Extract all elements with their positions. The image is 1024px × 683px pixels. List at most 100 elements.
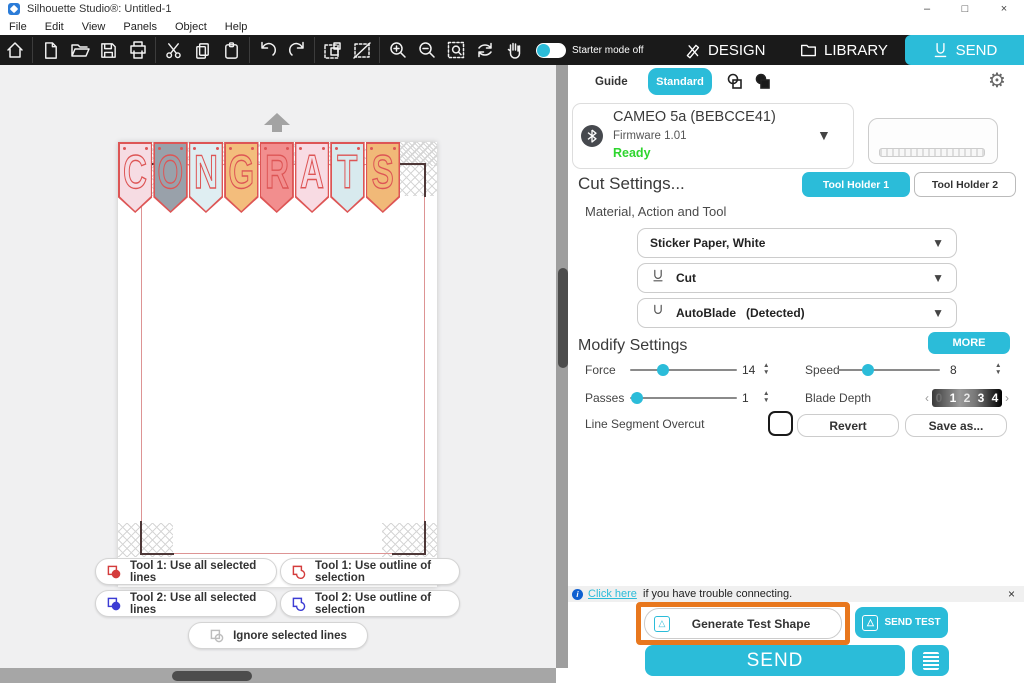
tool-icon [650,303,666,324]
caret-down-icon: ▼ [932,236,944,250]
dial-left-icon[interactable]: ‹ [925,389,929,407]
maximize-button[interactable]: □ [958,2,972,16]
speed-slider-handle[interactable] [862,364,874,376]
toolbar-separator [249,37,250,63]
cut-area-border [141,164,425,554]
action-dropdown[interactable]: Cut ▼ [637,263,957,293]
more-button[interactable]: MORE [928,332,1010,354]
blade-depth-label: Blade Depth [805,391,872,405]
caret-down-icon: ▼ [932,271,944,285]
menu-help[interactable]: Help [216,21,257,33]
zoom-selection-icon[interactable] [441,35,470,65]
overcut-checkbox[interactable] [768,411,793,436]
horizontal-scrollbar-thumb[interactable] [172,671,252,681]
zoom-out-icon[interactable] [412,35,441,65]
material-section-label: Material, Action and Tool [585,204,727,219]
tab-library[interactable]: LIBRARY [800,35,888,65]
print-icon[interactable] [123,35,152,65]
tab-design[interactable]: DESIGN [684,35,766,65]
dial-right-icon[interactable]: › [1005,389,1009,407]
send-test-button[interactable]: △ SEND TEST [855,607,948,638]
tab-guide[interactable]: Guide [595,76,628,88]
overlap-filled-icon[interactable] [753,72,773,92]
passes-label: Passes [585,391,625,405]
material-dropdown[interactable]: Sticker Paper, White ▼ [637,228,957,258]
tool-holder-2-tab[interactable]: Tool Holder 2 [914,172,1016,197]
banner-letter: G [228,144,255,198]
send-button[interactable]: SEND [645,645,905,676]
send-panel: Guide Standard ⚙ CAMEO 5a (BEBCCE41) Fir… [568,65,1024,683]
settings-gear-icon[interactable]: ⚙ [988,68,1006,93]
redo-icon[interactable] [282,35,311,65]
overlap-shapes-icon [107,597,121,610]
new-document-icon[interactable] [36,35,65,65]
open-file-icon[interactable] [65,35,94,65]
save-as-button[interactable]: Save as... [905,414,1007,437]
banner-letter: O [157,144,184,198]
menu-bar: File Edit View Panels Object Help [0,18,1024,35]
banner-letter: R [264,144,289,198]
tab-send-active[interactable]: SEND [905,35,1024,65]
tool1-all-lines-button[interactable]: Tool 1: Use all selected lines [95,558,277,585]
tool2-outline-button[interactable]: Tool 2: Use outline of selection [280,590,460,617]
force-slider[interactable] [630,369,737,371]
banner-letter: A [300,144,325,198]
tool-holder-1-tab[interactable]: Tool Holder 1 [802,172,910,197]
overlap-shapes-icon [107,565,121,578]
starter-mode-toggle[interactable] [536,42,566,58]
media-sheet: C O N G R A T S [118,142,437,587]
caret-down-icon: ▼ [932,306,944,320]
dismiss-info-icon[interactable]: × [1008,587,1015,601]
generate-test-shape-button[interactable]: △ Generate Test Shape [644,608,842,639]
menu-object[interactable]: Object [166,21,216,33]
speed-slider[interactable] [838,369,940,371]
undo-icon[interactable] [253,35,282,65]
send-tool-icon [934,42,946,57]
cut-scissors-icon[interactable] [159,35,188,65]
feed-direction-arrow-icon [264,113,290,125]
blade-depth-dial[interactable]: ‹ 01234 › [925,389,1009,407]
speed-stepper[interactable]: ▲ ▼ [995,362,1001,376]
menu-file[interactable]: File [0,21,36,33]
ignore-lines-button[interactable]: Ignore selected lines [188,622,368,649]
zoom-in-icon[interactable] [383,35,412,65]
save-icon[interactable] [94,35,123,65]
trouble-connecting-text: if you have trouble connecting. [643,588,793,600]
tool1-outline-button[interactable]: Tool 1: Use outline of selection [280,558,460,585]
passes-slider-handle[interactable] [631,392,643,404]
window-title: Silhouette Studio®: Untitled-1 [27,3,172,15]
select-all-icon[interactable] [318,35,347,65]
tool2-all-lines-button[interactable]: Tool 2: Use all selected lines [95,590,277,617]
outline-shape-icon [292,565,306,579]
device-dropdown-caret-icon[interactable]: ▼ [817,127,831,143]
force-stepper[interactable]: ▲ ▼ [763,362,769,376]
trouble-connecting-link[interactable]: Click here [588,588,637,600]
close-button[interactable]: × [997,2,1011,16]
force-value: 14 [742,363,756,377]
send-test-label: SEND TEST [884,617,941,628]
banner-letter: N [194,144,219,198]
tool-icon [650,268,666,289]
passes-slider[interactable] [630,397,737,399]
app-window: Silhouette Studio®: Untitled-1 – □ × Fil… [0,0,1024,683]
tool-dropdown[interactable]: AutoBlade (Detected) ▼ [637,298,957,328]
passes-stepper[interactable]: ▲ ▼ [763,390,769,404]
menu-view[interactable]: View [73,21,115,33]
tab-standard-active[interactable]: Standard [648,68,712,95]
overlap-shapes-icon [210,629,224,642]
menu-edit[interactable]: Edit [36,21,73,33]
overlap-outline-icon[interactable] [725,72,745,92]
vertical-scrollbar-thumb[interactable] [558,268,568,368]
home-icon[interactable] [0,35,29,65]
flip-view-icon[interactable] [470,35,499,65]
copy-icon[interactable] [188,35,217,65]
deselect-icon[interactable] [347,35,376,65]
pan-hand-icon[interactable] [499,35,528,65]
force-slider-handle[interactable] [657,364,669,376]
paste-icon[interactable] [217,35,246,65]
revert-button[interactable]: Revert [797,414,899,437]
horizontal-scrollbar[interactable] [0,668,556,683]
minimize-button[interactable]: – [920,2,934,16]
job-queue-button[interactable] [912,645,949,676]
menu-panels[interactable]: Panels [114,21,166,33]
